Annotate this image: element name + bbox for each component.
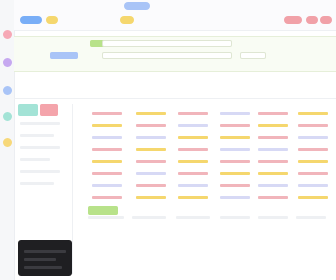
schedule-cell[interactable] bbox=[92, 172, 122, 175]
schedule-cell[interactable] bbox=[136, 196, 166, 199]
filter-bar bbox=[14, 36, 336, 72]
table-header bbox=[14, 80, 336, 99]
schedule-cell[interactable] bbox=[298, 160, 328, 163]
schedule-cell[interactable] bbox=[220, 112, 250, 115]
chart-icon[interactable] bbox=[3, 86, 12, 95]
schedule-cell[interactable] bbox=[298, 172, 328, 175]
schedule-cell[interactable] bbox=[298, 112, 328, 115]
legend-head-teal bbox=[18, 104, 38, 116]
schedule-cell[interactable] bbox=[92, 124, 122, 127]
schedule-cell[interactable] bbox=[220, 172, 250, 175]
filter-chip-blue[interactable] bbox=[50, 52, 78, 59]
action-button-1[interactable] bbox=[284, 16, 302, 24]
schedule-cell[interactable] bbox=[178, 148, 208, 151]
schedule-cell[interactable] bbox=[136, 148, 166, 151]
schedule-cell[interactable] bbox=[92, 112, 122, 115]
schedule-cell[interactable] bbox=[136, 124, 166, 127]
list-icon[interactable] bbox=[3, 112, 12, 121]
schedule-cell[interactable] bbox=[220, 196, 250, 199]
schedule-cell[interactable] bbox=[178, 112, 208, 115]
schedule-cell[interactable] bbox=[178, 124, 208, 127]
tab-secondary[interactable] bbox=[46, 16, 58, 24]
schedule-cell[interactable] bbox=[92, 148, 122, 151]
schedule-cell[interactable] bbox=[258, 136, 288, 139]
bell-icon[interactable] bbox=[3, 138, 12, 147]
schedule-cell[interactable] bbox=[258, 112, 288, 115]
schedule-cell[interactable] bbox=[258, 148, 288, 151]
schedule-cell[interactable] bbox=[136, 172, 166, 175]
schedule-cell[interactable] bbox=[298, 184, 328, 187]
tab-highlight[interactable] bbox=[120, 16, 134, 24]
tab-primary[interactable] bbox=[20, 16, 42, 24]
schedule-cell[interactable] bbox=[220, 124, 250, 127]
schedule-cell[interactable] bbox=[298, 196, 328, 199]
top-bar bbox=[14, 0, 336, 31]
schedule-cell[interactable] bbox=[178, 184, 208, 187]
schedule-column bbox=[220, 104, 260, 210]
schedule-cell[interactable] bbox=[178, 196, 208, 199]
search-input[interactable] bbox=[102, 40, 232, 47]
schedule-cell[interactable] bbox=[220, 160, 250, 163]
schedule-cell[interactable] bbox=[258, 160, 288, 163]
schedule-cell[interactable] bbox=[220, 184, 250, 187]
schedule-cell[interactable] bbox=[92, 184, 122, 187]
schedule-cell[interactable] bbox=[92, 160, 122, 163]
schedule-column bbox=[92, 104, 132, 210]
left-rail bbox=[0, 0, 15, 280]
action-button-3[interactable] bbox=[320, 16, 332, 24]
schedule-cell[interactable] bbox=[258, 172, 288, 175]
schedule-cell[interactable] bbox=[136, 136, 166, 139]
schedule-cell[interactable] bbox=[136, 160, 166, 163]
schedule-cell[interactable] bbox=[258, 124, 288, 127]
schedule-cell[interactable] bbox=[298, 136, 328, 139]
schedule-cell[interactable] bbox=[136, 112, 166, 115]
schedule-column bbox=[298, 104, 336, 210]
schedule-cell[interactable] bbox=[258, 196, 288, 199]
schedule-cell[interactable] bbox=[136, 184, 166, 187]
schedule-cell[interactable] bbox=[298, 124, 328, 127]
tab-active[interactable] bbox=[124, 2, 150, 10]
calendar-icon[interactable] bbox=[3, 58, 12, 67]
date-input[interactable] bbox=[240, 52, 266, 59]
schedule-cell[interactable] bbox=[178, 160, 208, 163]
schedule-cell[interactable] bbox=[92, 136, 122, 139]
filter-input[interactable] bbox=[102, 52, 232, 59]
home-icon[interactable] bbox=[3, 30, 12, 39]
add-button[interactable] bbox=[88, 206, 118, 215]
schedule-cell[interactable] bbox=[178, 136, 208, 139]
schedule-cell[interactable] bbox=[298, 148, 328, 151]
schedule-cell[interactable] bbox=[178, 172, 208, 175]
action-button-2[interactable] bbox=[306, 16, 318, 24]
schedule-column bbox=[258, 104, 298, 210]
legend-head-red bbox=[40, 104, 58, 116]
dark-panel[interactable] bbox=[18, 240, 72, 276]
schedule-cell[interactable] bbox=[92, 196, 122, 199]
schedule-cell[interactable] bbox=[220, 136, 250, 139]
schedule-cell[interactable] bbox=[258, 184, 288, 187]
schedule-cell[interactable] bbox=[220, 148, 250, 151]
schedule-column bbox=[178, 104, 218, 210]
schedule-column bbox=[136, 104, 176, 210]
